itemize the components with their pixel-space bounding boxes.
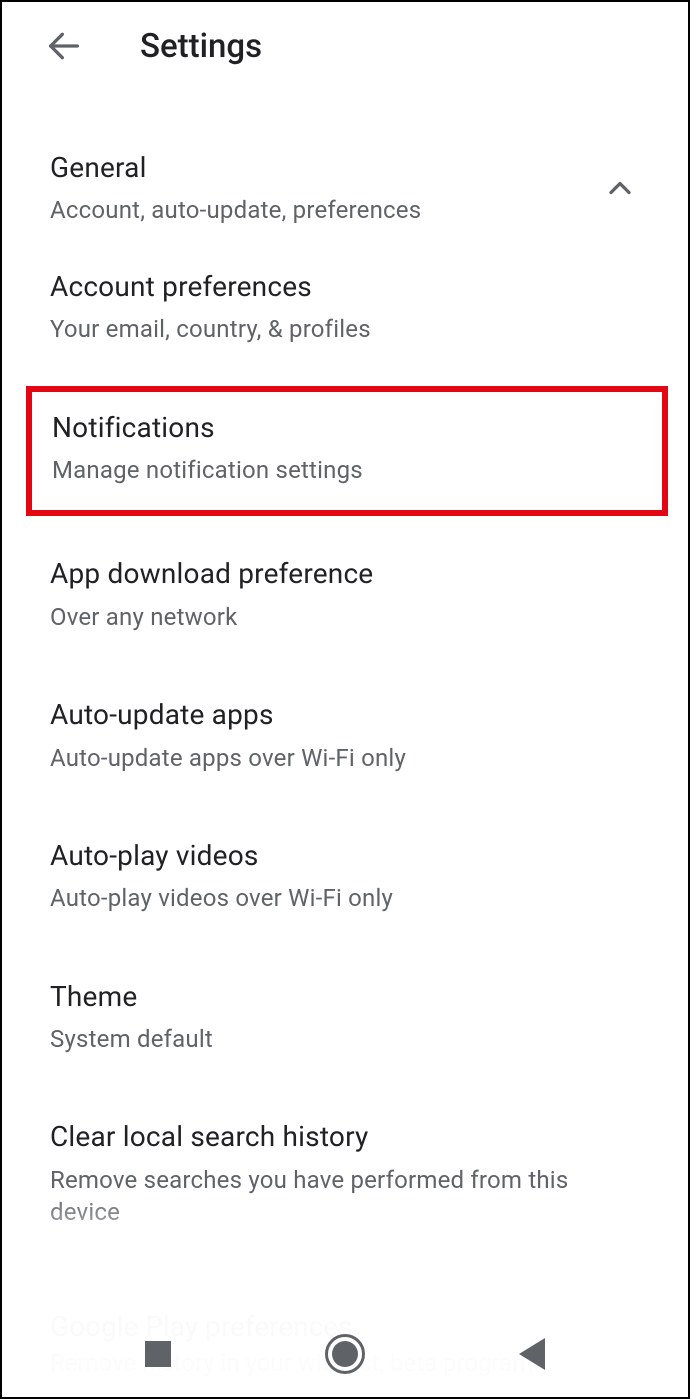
item-title: Account preferences bbox=[50, 269, 640, 305]
page-title: Settings bbox=[140, 27, 262, 66]
section-general[interactable]: General Account, auto-update, preference… bbox=[2, 90, 688, 237]
item-auto-play-videos[interactable]: Auto-play videos Auto-play videos over W… bbox=[2, 806, 688, 947]
arrow-left-icon bbox=[44, 26, 84, 66]
item-subtitle: Auto-update apps over Wi-Fi only bbox=[50, 742, 640, 774]
circle-icon bbox=[325, 1334, 365, 1374]
item-notifications[interactable]: Notifications Manage notification settin… bbox=[26, 386, 668, 517]
item-title: Auto-play videos bbox=[50, 838, 640, 874]
item-subtitle: Your email, country, & profiles bbox=[50, 313, 640, 345]
item-subtitle: Auto-play videos over Wi-Fi only bbox=[50, 882, 640, 914]
item-title: Notifications bbox=[52, 410, 638, 446]
item-subtitle: Manage notification settings bbox=[52, 454, 638, 486]
item-title: Auto-update apps bbox=[50, 697, 640, 733]
item-app-download-preference[interactable]: App download preference Over any network bbox=[2, 524, 688, 665]
item-theme[interactable]: Theme System default bbox=[2, 947, 688, 1088]
item-auto-update-apps[interactable]: Auto-update apps Auto-update apps over W… bbox=[2, 665, 688, 806]
nav-back-button[interactable] bbox=[502, 1324, 562, 1384]
nav-recent-button[interactable] bbox=[128, 1324, 188, 1384]
chevron-up-icon bbox=[600, 168, 640, 208]
back-button[interactable] bbox=[40, 22, 88, 70]
triangle-left-icon bbox=[519, 1338, 545, 1370]
item-title: Theme bbox=[50, 979, 640, 1015]
item-clear-local-search-history[interactable]: Clear local search history Remove search… bbox=[2, 1087, 688, 1260]
section-title: General bbox=[50, 150, 600, 186]
system-nav-bar bbox=[4, 1313, 686, 1395]
nav-home-button[interactable] bbox=[315, 1324, 375, 1384]
square-icon bbox=[145, 1341, 171, 1367]
item-title: App download preference bbox=[50, 556, 640, 592]
app-header: Settings bbox=[2, 2, 688, 90]
item-title: Clear local search history bbox=[50, 1119, 640, 1155]
item-subtitle: Remove searches you have performed from … bbox=[50, 1164, 640, 1229]
item-subtitle: Over any network bbox=[50, 601, 640, 633]
item-account-preferences[interactable]: Account preferences Your email, country,… bbox=[2, 237, 688, 378]
item-subtitle: System default bbox=[50, 1023, 640, 1055]
settings-list: General Account, auto-update, preference… bbox=[2, 90, 688, 1261]
section-subtitle: Account, auto-update, preferences bbox=[50, 194, 600, 226]
